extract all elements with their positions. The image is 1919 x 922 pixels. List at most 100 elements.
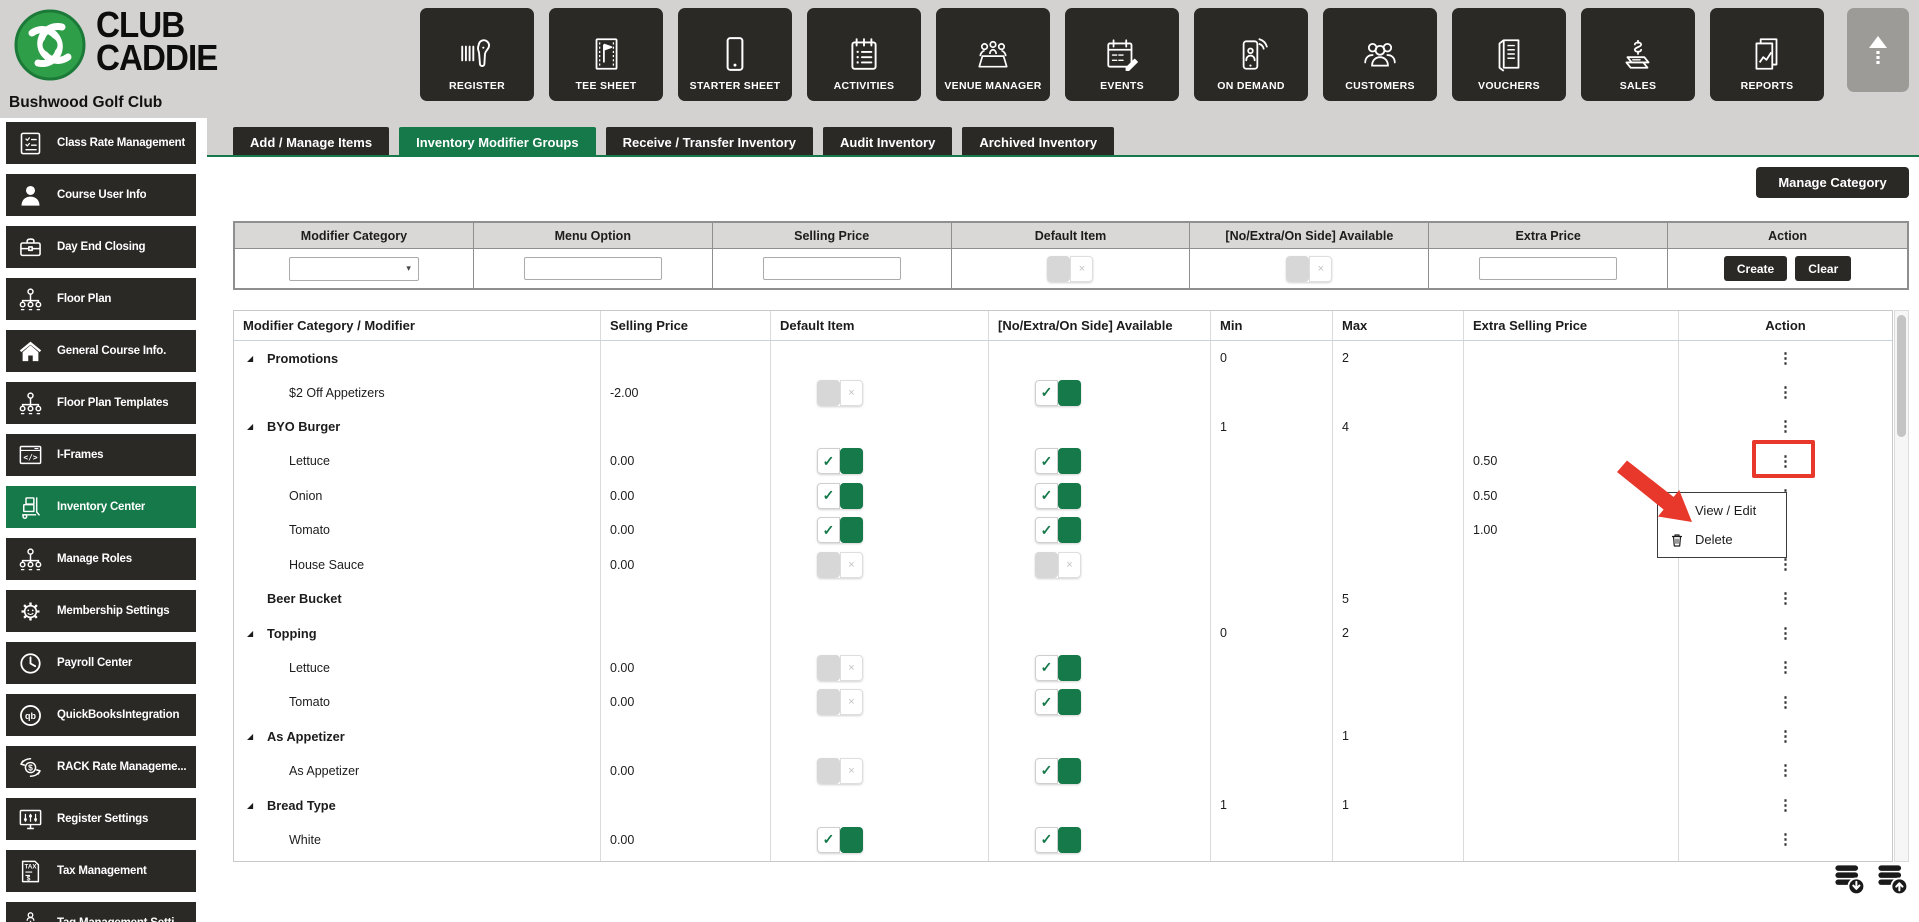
create-button[interactable]: Create (1723, 256, 1788, 281)
row-name-cell: House Sauce (234, 547, 601, 582)
row-action-menu-button[interactable]: ⋮ (1778, 591, 1793, 606)
nav-button-label: VENUE MANAGER (944, 80, 1042, 92)
default-item-toggle[interactable]: × (817, 379, 863, 406)
category-name: Bread Type (267, 797, 336, 813)
available-toggle[interactable]: ✓ (1035, 861, 1081, 862)
tab-archived-inventory[interactable]: Archived Inventory (962, 127, 1115, 157)
nav-button-vouchers[interactable]: VOUCHERS (1452, 8, 1566, 101)
default-item-toggle[interactable]: × (817, 654, 863, 681)
row-action-menu-button[interactable]: ⋮ (1778, 832, 1793, 847)
nav-button-reports[interactable]: REPORTS (1710, 8, 1824, 101)
export-data-icon[interactable] (1832, 862, 1866, 896)
row-action-menu-button[interactable]: ⋮ (1778, 626, 1793, 641)
check-icon: ✓ (1035, 757, 1058, 784)
selling-price-cell: 0.00 (601, 822, 771, 857)
default-item-toggle[interactable]: ✓ (817, 517, 863, 544)
menu-option-filter-input[interactable] (523, 257, 662, 280)
toggle-right (1058, 379, 1081, 406)
sidebar-item-tag-management-setti[interactable]: Tag Management Setti... (6, 902, 196, 922)
row-name-cell: Tomato (234, 512, 601, 548)
sidebar-item-floor-plan[interactable]: Floor Plan (6, 278, 196, 320)
scroll-up-icon (1860, 30, 1896, 70)
available-toggle[interactable]: × (1035, 551, 1081, 578)
available-toggle[interactable]: ✓ (1035, 826, 1081, 853)
collapse-arrow-icon[interactable]: ◢ (247, 801, 253, 810)
collapse-arrow-icon[interactable]: ◢ (247, 629, 253, 638)
sidebar-item-tax-management[interactable]: TAX $ Tax Management (6, 850, 196, 892)
sidebar-item-quickbooksintegration[interactable]: qb QuickBooksIntegration (6, 694, 196, 736)
available-toggle[interactable]: ✓ (1035, 517, 1081, 544)
vertical-scrollbar[interactable] (1894, 310, 1909, 862)
sidebar-item-general-course-info[interactable]: General Course Info. (6, 330, 196, 372)
tab-audit-inventory[interactable]: Audit Inventory (823, 127, 953, 157)
nav-button-on-demand[interactable]: ON DEMAND (1194, 8, 1308, 101)
sidebar-item-class-rate-management[interactable]: Class Rate Management (6, 122, 196, 164)
nav-button-events[interactable]: EVENTS (1065, 8, 1179, 101)
nav-button-sales[interactable]: SALES (1581, 8, 1695, 101)
sidebar-item-payroll-center[interactable]: Payroll Center (6, 642, 196, 684)
tab-inventory-modifier-groups[interactable]: Inventory Modifier Groups (399, 127, 596, 157)
row-action-menu-button[interactable]: ⋮ (1778, 695, 1793, 710)
collapse-arrow-icon[interactable]: ◢ (247, 354, 253, 363)
row-action-menu-button[interactable]: ⋮ (1778, 385, 1793, 400)
sidebar-item-floor-plan-templates[interactable]: Floor Plan Templates (6, 382, 196, 424)
extra-price-filter-input[interactable] (1479, 257, 1618, 280)
row-action-menu-button[interactable]: ⋮ (1778, 351, 1793, 366)
nav-button-tee-sheet[interactable]: TEE SHEET (549, 8, 663, 101)
sidebar-item-i-frames[interactable]: </> I-Frames (6, 434, 196, 476)
row-action-menu-button[interactable]: ⋮ (1778, 557, 1793, 572)
scrollbar-thumb[interactable] (1897, 315, 1906, 437)
available-toggle[interactable]: ✓ (1035, 448, 1081, 475)
default-item-toggle[interactable]: ✓ (817, 826, 863, 853)
nav-button-activities[interactable]: ACTIVITIES (807, 8, 921, 101)
row-action-menu-button[interactable]: ⋮ (1778, 798, 1793, 813)
modifier-category-filter-select[interactable]: ▾ (288, 256, 419, 281)
table-row: As Appetizer 0.00 × ✓ ⋮ (234, 753, 1892, 789)
sidebar-item-day-end-closing[interactable]: Day End Closing (6, 226, 196, 268)
nav-button-starter-sheet[interactable]: STARTER SHEET (678, 8, 792, 101)
row-action-menu-button[interactable]: ⋮ (1778, 419, 1793, 434)
sidebar-item-inventory-center[interactable]: Inventory Center (6, 486, 196, 528)
available-toggle[interactable]: ✓ (1035, 757, 1081, 784)
max-cell: 2 (1333, 616, 1464, 651)
row-action-menu-button[interactable]: ⋮ (1778, 729, 1793, 744)
max-cell (1333, 478, 1464, 513)
row-action-menu-button[interactable]: ⋮ (1778, 660, 1793, 675)
scroll-top-button[interactable] (1847, 8, 1909, 92)
default-item-toggle[interactable]: ✓ (817, 482, 863, 509)
sidebar-item-course-user-info[interactable]: Course User Info (6, 174, 196, 216)
default-item-filter-toggle[interactable]: × (1047, 255, 1094, 282)
check-icon: ✓ (1035, 482, 1058, 509)
sidebar-item-manage-roles[interactable]: Manage Roles (6, 538, 196, 580)
register-settings-icon (17, 806, 44, 833)
available-toggle[interactable]: ✓ (1035, 482, 1081, 509)
tab-receive-transfer-inventory[interactable]: Receive / Transfer Inventory (605, 127, 814, 157)
default-item-toggle[interactable]: ✓ (817, 448, 863, 475)
sidebar-item-register-settings[interactable]: Register Settings (6, 798, 196, 840)
toggle-right (840, 826, 863, 853)
people-icon (1360, 35, 1400, 73)
default-item-filter-cell: × (952, 249, 1191, 288)
available-toggle[interactable]: ✓ (1035, 689, 1081, 716)
tab-add-manage-items[interactable]: Add / Manage Items (233, 127, 390, 157)
import-data-icon[interactable] (1875, 862, 1909, 896)
selling-price-filter-input[interactable] (762, 257, 901, 280)
nav-button-venue-manager[interactable]: VENUE MANAGER (936, 8, 1050, 101)
nav-button-register[interactable]: REGISTER (420, 8, 534, 101)
sidebar-item-rack-rate-manageme[interactable]: $ RACK Rate Manageme... (6, 746, 196, 788)
collapse-arrow-icon[interactable]: ◢ (247, 732, 253, 741)
available-toggle[interactable]: ✓ (1035, 379, 1081, 406)
default-item-toggle[interactable]: × (817, 757, 863, 784)
default-item-toggle[interactable]: × (817, 551, 863, 578)
context-menu-item-delete[interactable]: Delete (1658, 525, 1786, 554)
collapse-arrow-icon[interactable]: ◢ (247, 422, 253, 431)
sidebar-item-membership-settings[interactable]: Membership Settings (6, 590, 196, 632)
row-action-menu-button[interactable]: ⋮ (1778, 763, 1793, 778)
clear-button[interactable]: Clear (1795, 256, 1852, 281)
default-item-toggle[interactable]: ✓ (817, 861, 863, 862)
manage-category-button[interactable]: Manage Category (1756, 167, 1909, 198)
available-filter-toggle[interactable]: × (1286, 255, 1333, 282)
available-toggle[interactable]: ✓ (1035, 654, 1081, 681)
default-item-toggle[interactable]: × (817, 689, 863, 716)
nav-button-customers[interactable]: CUSTOMERS (1323, 8, 1437, 101)
